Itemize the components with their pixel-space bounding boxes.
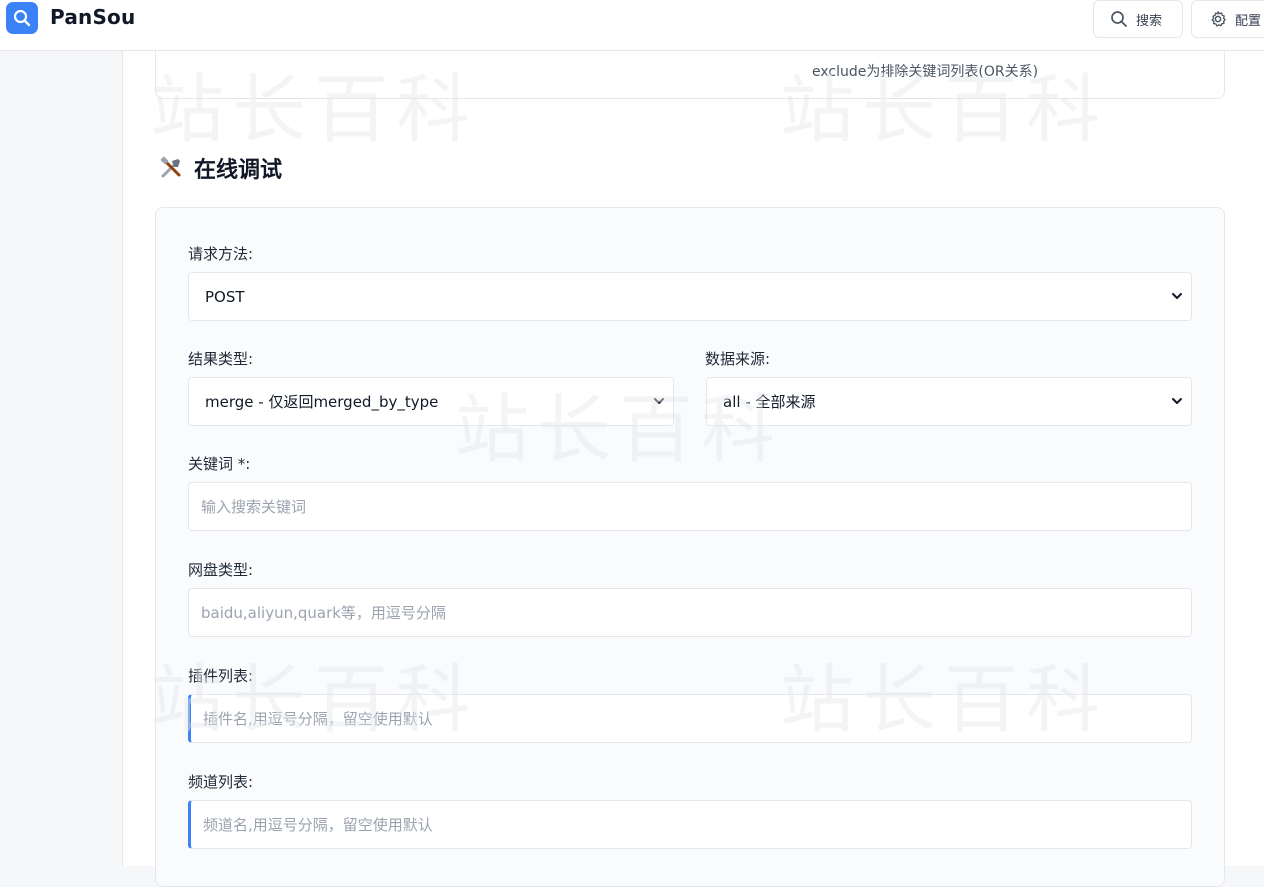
- top-bar: PanSou 搜索 配置: [0, 0, 1264, 51]
- result-type-value: merge - 仅返回merged_by_type: [205, 393, 439, 411]
- search-button[interactable]: 搜索: [1093, 0, 1183, 38]
- cloud-types-label: 网盘类型:: [188, 561, 254, 579]
- tools-icon: [160, 156, 181, 178]
- config-button-label: 配置: [1235, 13, 1262, 29]
- keyword-input[interactable]: 输入搜索关键词: [188, 482, 1192, 531]
- result-type-label: 结果类型:: [188, 350, 254, 368]
- keyword-placeholder: 输入搜索关键词: [201, 498, 307, 516]
- method-select[interactable]: POST: [188, 272, 1192, 321]
- plugins-placeholder: 插件名,用逗号分隔，留空使用默认: [203, 710, 433, 728]
- method-value: POST: [205, 287, 245, 306]
- source-label: 数据来源:: [705, 350, 771, 368]
- gear-icon: [1211, 11, 1226, 27]
- chevron-down-icon: [654, 398, 664, 404]
- search-icon: [1111, 11, 1127, 27]
- chevron-down-icon: [1172, 398, 1182, 404]
- result-type-select[interactable]: merge - 仅返回merged_by_type: [188, 377, 674, 426]
- channels-input[interactable]: 频道名,用逗号分隔，留空使用默认: [188, 800, 1192, 849]
- brand-name[interactable]: PanSou: [50, 5, 135, 29]
- search-button-label: 搜索: [1136, 13, 1163, 29]
- plugins-label: 插件列表:: [188, 667, 254, 685]
- section-title: 在线调试: [158, 152, 282, 184]
- channels-placeholder: 频道名,用逗号分隔，留空使用默认: [203, 816, 433, 834]
- channels-label: 频道列表:: [188, 773, 254, 791]
- source-value: all - 全部来源: [723, 393, 816, 411]
- method-label: 请求方法:: [188, 245, 254, 263]
- search-icon: [13, 9, 31, 27]
- cloud-types-placeholder: baidu,aliyun,quark等，用逗号分隔: [201, 604, 446, 622]
- section-title-text: 在线调试: [194, 158, 283, 183]
- plugins-input[interactable]: 插件名,用逗号分隔，留空使用默认: [188, 694, 1192, 743]
- chevron-down-icon: [1172, 293, 1182, 299]
- config-button[interactable]: 配置: [1191, 0, 1264, 38]
- keyword-label: 关键词 *:: [188, 455, 251, 473]
- cloud-types-input[interactable]: baidu,aliyun,quark等，用逗号分隔: [188, 588, 1192, 637]
- source-select[interactable]: all - 全部来源: [706, 377, 1192, 426]
- logo[interactable]: [6, 2, 38, 34]
- params-description: exclude为排除关键词列表(OR关系): [812, 64, 1039, 80]
